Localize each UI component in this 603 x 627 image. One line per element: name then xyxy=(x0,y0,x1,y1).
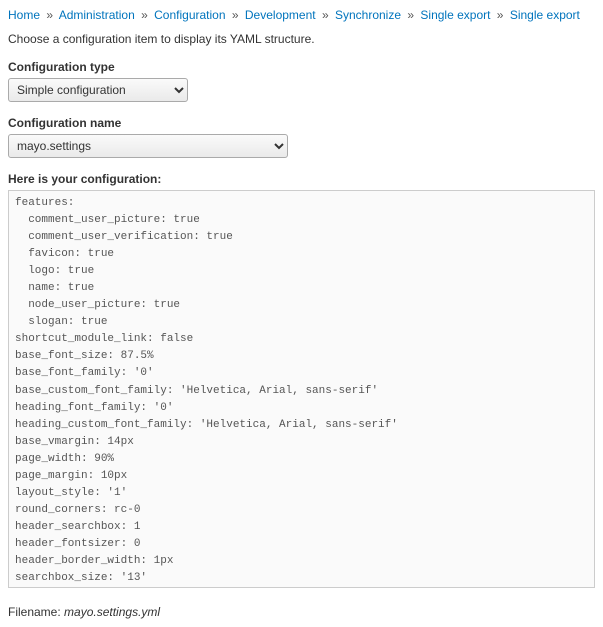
breadcrumb-separator: » xyxy=(407,8,414,22)
filename-value: mayo.settings.yml xyxy=(64,605,160,619)
breadcrumb-link-synchronize[interactable]: Synchronize xyxy=(335,8,401,22)
config-type-field: Configuration type Simple configuration xyxy=(8,60,595,102)
filename-row: Filename: mayo.settings.yml xyxy=(8,605,595,619)
intro-text: Choose a configuration item to display i… xyxy=(8,32,595,46)
config-name-select[interactable]: mayo.settings xyxy=(8,134,288,158)
breadcrumb-link-single-export-1[interactable]: Single export xyxy=(420,8,490,22)
breadcrumb: Home » Administration » Configuration » … xyxy=(8,8,595,22)
breadcrumb-separator: » xyxy=(141,8,148,22)
breadcrumb-link-configuration[interactable]: Configuration xyxy=(154,8,225,22)
config-name-label: Configuration name xyxy=(8,116,595,130)
breadcrumb-separator: » xyxy=(232,8,239,22)
breadcrumb-separator: » xyxy=(322,8,329,22)
breadcrumb-link-development[interactable]: Development xyxy=(245,8,316,22)
yaml-output-field: Here is your configuration: features: co… xyxy=(8,172,595,591)
breadcrumb-link-home[interactable]: Home xyxy=(8,8,40,22)
yaml-output-textarea[interactable]: features: comment_user_picture: true com… xyxy=(8,190,595,588)
config-name-field: Configuration name mayo.settings xyxy=(8,116,595,158)
config-type-select[interactable]: Simple configuration xyxy=(8,78,188,102)
yaml-output-label: Here is your configuration: xyxy=(8,172,595,186)
config-type-label: Configuration type xyxy=(8,60,595,74)
filename-label: Filename: xyxy=(8,605,61,619)
breadcrumb-separator: » xyxy=(46,8,53,22)
breadcrumb-link-administration[interactable]: Administration xyxy=(59,8,135,22)
breadcrumb-separator: » xyxy=(497,8,504,22)
breadcrumb-link-single-export-2[interactable]: Single export xyxy=(510,8,580,22)
